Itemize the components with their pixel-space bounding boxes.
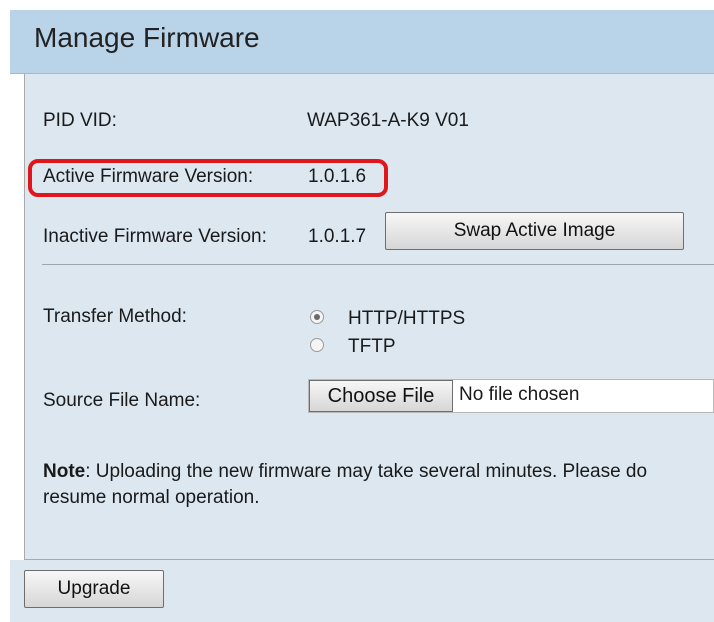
page-header: Manage Firmware [10,10,714,74]
transfer-method-label: Transfer Method: [43,306,187,327]
source-file-label: Source File Name: [43,390,201,411]
active-firmware-value: 1.0.1.6 [308,166,367,187]
inactive-firmware-value: 1.0.1.7 [308,226,367,247]
pid-vid-label: PID VID: [43,110,117,131]
file-input[interactable]: Choose File No file chosen [308,379,714,413]
note-text: : Uploading the new firmware may take se… [85,461,648,482]
note-text-line2: resume normal operation. [43,487,260,508]
file-status-text: No file chosen [459,384,580,405]
choose-file-button[interactable]: Choose File [309,380,453,412]
page-title: Manage Firmware [34,22,260,53]
footer-bar: Upgrade [10,560,714,622]
pid-vid-value: WAP361-A-K9 V01 [307,110,469,131]
radio-http-https-label[interactable]: HTTP/HTTPS [348,308,465,330]
firmware-window: Manage Firmware PID VID: WAP361-A-K9 V01… [10,10,714,622]
upload-note: Note: Uploading the new firmware may tak… [43,459,714,511]
upgrade-button[interactable]: Upgrade [24,570,164,608]
inactive-firmware-label: Inactive Firmware Version: [43,226,267,247]
active-firmware-label: Active Firmware Version: [43,166,254,187]
section-divider [42,264,714,265]
radio-http-https[interactable] [310,310,324,324]
radio-tftp-label[interactable]: TFTP [348,336,396,358]
swap-active-image-button[interactable]: Swap Active Image [385,212,684,250]
note-bold-label: Note [43,461,86,482]
radio-tftp[interactable] [310,338,324,352]
